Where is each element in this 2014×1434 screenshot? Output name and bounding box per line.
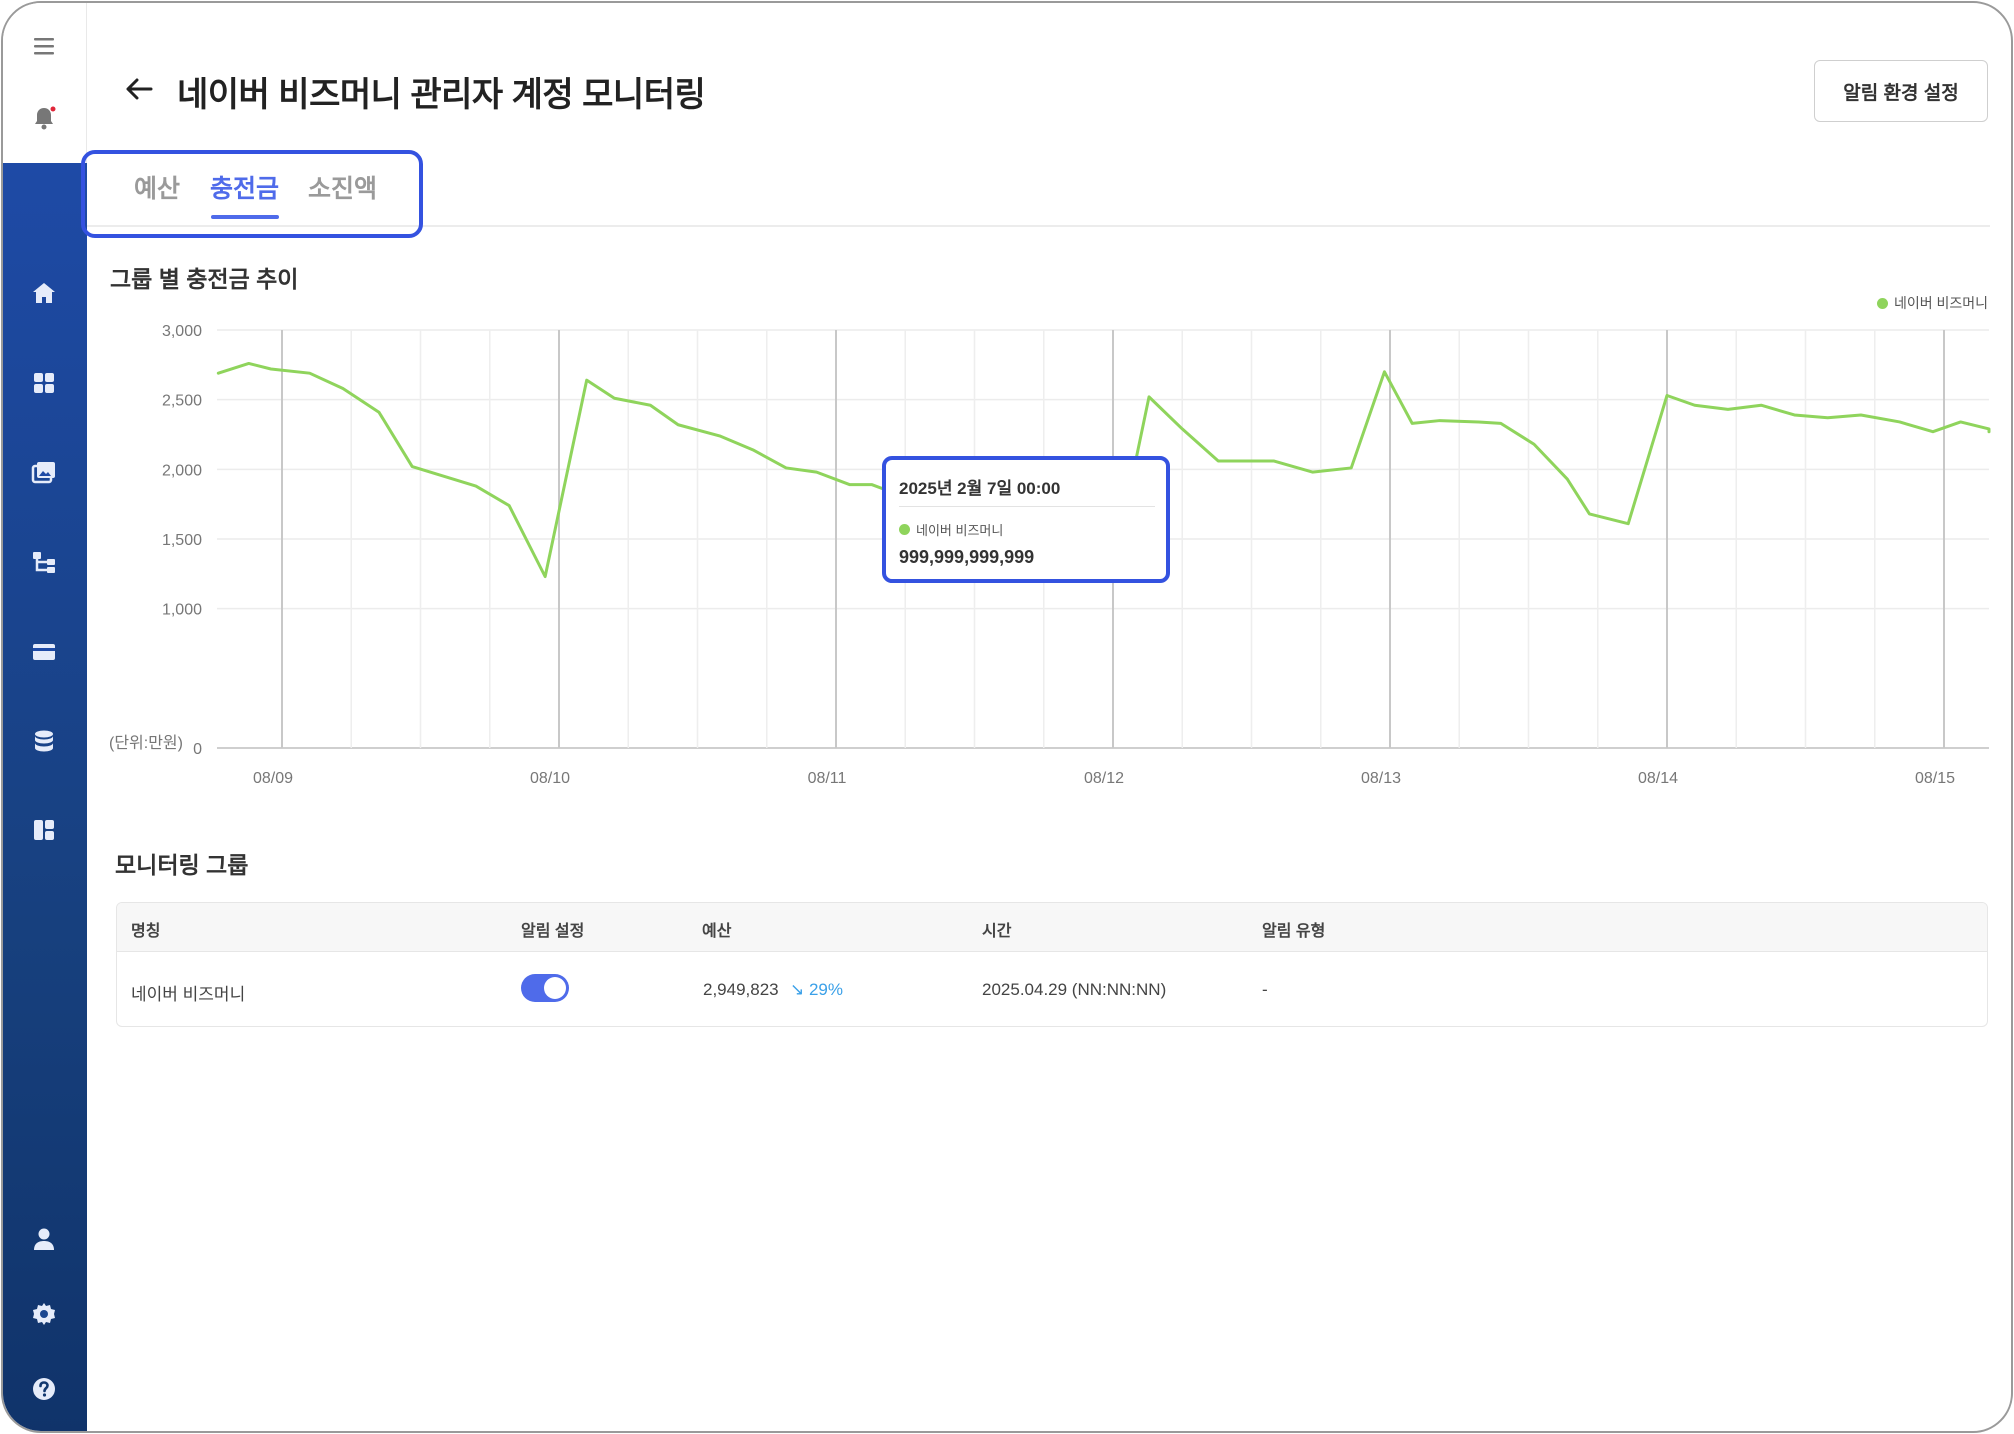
chart-tooltip: 2025년 2월 7일 00:00 네이버 비즈머니 999,999,999,9… <box>882 456 1170 583</box>
row-name[interactable]: 네이버 비즈머니 <box>131 980 245 1005</box>
x-tick-label: 08/14 <box>1638 770 1678 787</box>
column-header-alert: 알림 설정 <box>521 923 585 940</box>
tooltip-divider <box>899 506 1155 507</box>
toggle-knob <box>544 977 566 999</box>
row-time: 2025.04.29 (NN:NN:NN) <box>982 980 1167 999</box>
y-tick-label: 1,000 <box>162 602 202 619</box>
y-tick-label: 3,000 <box>162 323 202 340</box>
row-type: - <box>1262 980 1268 999</box>
x-tick-label: 08/15 <box>1915 770 1955 787</box>
column-header-budget: 예산 <box>702 923 732 940</box>
tooltip-value: 999,999,999,999 <box>899 547 1035 567</box>
monitoring-table: 명칭 알림 설정 예산 시간 알림 유형 네이버 비즈머니 2,949,823 … <box>116 902 1988 1027</box>
y-tick-label: 2,000 <box>162 462 202 479</box>
table-header: 명칭 알림 설정 예산 시간 알림 유형 <box>117 903 1987 952</box>
column-header-type: 알림 유형 <box>1262 923 1326 940</box>
tooltip-dot <box>899 524 910 535</box>
tooltip-series: 네이버 비즈머니 <box>899 520 1003 539</box>
x-tick-label: 08/13 <box>1361 770 1401 787</box>
tooltip-date: 2025년 2월 7일 00:00 <box>899 479 1061 498</box>
line-chart: 0 1,000 1,500 2,000 2,500 3,000 08/09 08/10 08/… <box>162 323 1991 787</box>
row-trend: ↘ 29% <box>790 980 843 999</box>
column-header-name: 명칭 <box>131 923 161 940</box>
y-tick-label: 2,500 <box>162 393 202 410</box>
x-tick-label: 08/11 <box>808 770 847 787</box>
x-tick-label: 08/09 <box>253 770 293 787</box>
y-tick-label: 1,500 <box>162 532 202 549</box>
y-axis-unit: (단위:만원) <box>109 735 183 752</box>
column-header-time: 시간 <box>982 923 1012 940</box>
x-tick-label: 08/10 <box>530 770 570 787</box>
alert-toggle[interactable] <box>521 974 569 1002</box>
monitoring-title: 모니터링 그룹 <box>115 852 249 878</box>
tooltip-series-label: 네이버 비즈머니 <box>916 523 1004 538</box>
app-window: 네이버 비즈머니 관리자 계정 모니터링 알림 환경 설정 예산 충전금 소진액… <box>1 1 2013 1433</box>
x-tick-label: 08/12 <box>1084 770 1124 787</box>
row-budget: 2,949,823 <box>703 980 779 999</box>
y-tick-label: 0 <box>193 741 202 758</box>
